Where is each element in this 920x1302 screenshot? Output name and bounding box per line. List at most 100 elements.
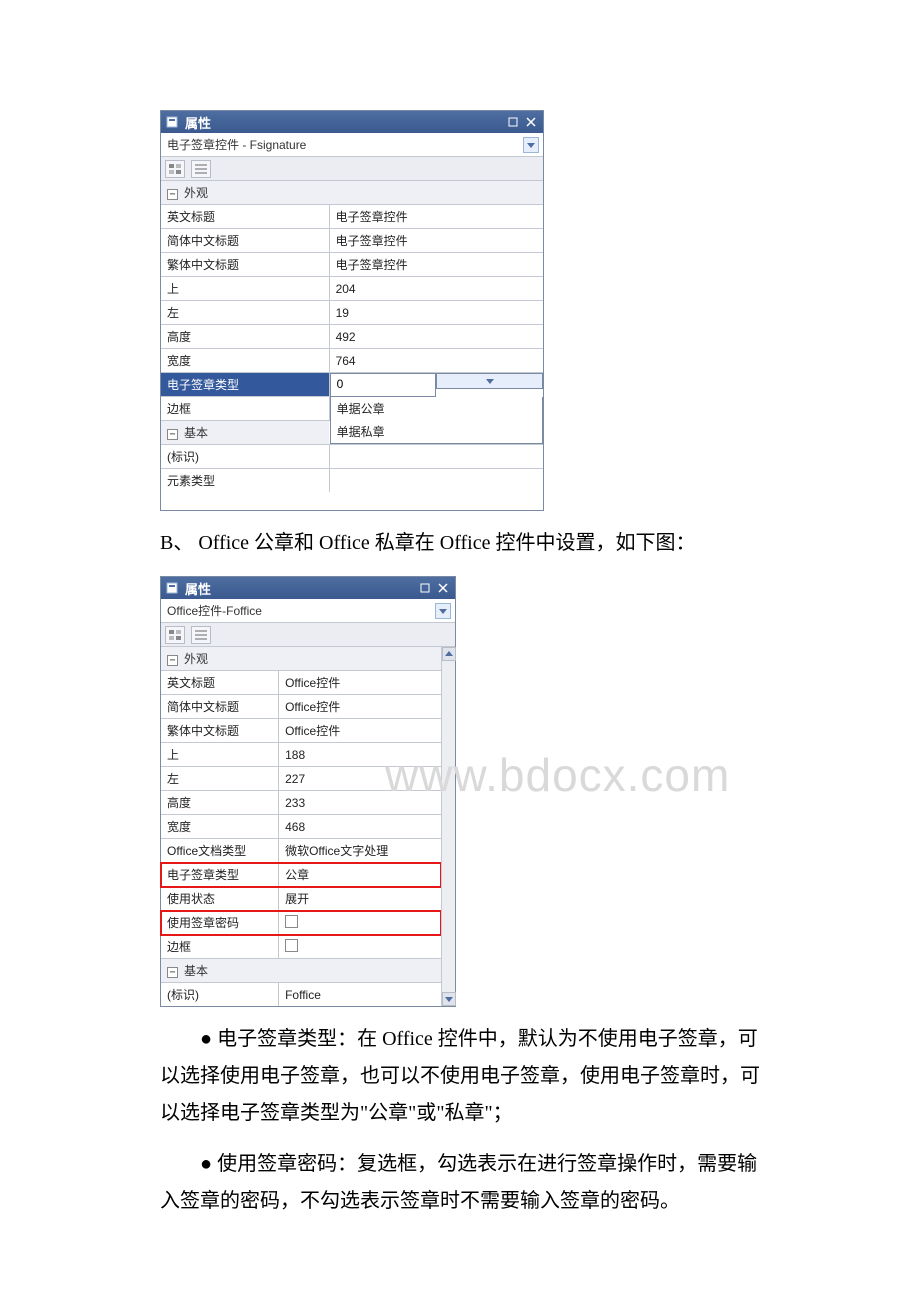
prop-row-border[interactable]: 边框 bbox=[161, 935, 441, 959]
prop-row-sign-type[interactable]: 电子签章类型公章 bbox=[161, 863, 441, 887]
panel2-property-grid: −外观 英文标题Office控件 简体中文标题Office控件 繁体中文标题Of… bbox=[161, 647, 441, 1006]
prop-row-height[interactable]: 高度492 bbox=[161, 325, 543, 349]
chevron-down-icon[interactable] bbox=[435, 603, 451, 619]
category-row-basic[interactable]: −基本 bbox=[161, 959, 441, 983]
alphabetical-view-button[interactable] bbox=[191, 626, 211, 644]
prop-row-use-state[interactable]: 使用状态展开 bbox=[161, 887, 441, 911]
prop-value[interactable] bbox=[279, 935, 441, 959]
panel-description-area bbox=[161, 492, 543, 510]
cat-label: 基本 bbox=[184, 426, 208, 440]
prop-row-left[interactable]: 左227 bbox=[161, 767, 441, 791]
chevron-down-icon[interactable] bbox=[523, 137, 539, 153]
prop-row-top[interactable]: 上188 bbox=[161, 743, 441, 767]
properties-panel-1: 属性 电子签章控件 - Fsignature −外观 英文标题电子签章控件 简体… bbox=[160, 110, 544, 511]
chevron-down-icon[interactable] bbox=[436, 373, 543, 389]
checkbox-unchecked[interactable] bbox=[285, 915, 298, 928]
panel1-minimize-button[interactable] bbox=[505, 115, 521, 129]
prop-row-zh-cn-title[interactable]: 简体中文标题Office控件 bbox=[161, 695, 441, 719]
panel2-minimize-button[interactable] bbox=[417, 581, 433, 595]
prop-value[interactable]: 764 bbox=[329, 349, 543, 373]
prop-value[interactable] bbox=[329, 445, 543, 469]
prop-value[interactable]: Foffice bbox=[279, 983, 441, 1007]
panel1-property-grid: −外观 英文标题电子签章控件 简体中文标题电子签章控件 繁体中文标题电子签章控件… bbox=[161, 181, 543, 492]
prop-label: 元素类型 bbox=[161, 469, 329, 493]
prop-value[interactable]: 227 bbox=[279, 767, 441, 791]
panel1-titlebar: 属性 bbox=[161, 111, 543, 133]
prop-row-zh-tw-title[interactable]: 繁体中文标题Office控件 bbox=[161, 719, 441, 743]
scroll-up-button[interactable] bbox=[442, 647, 456, 661]
prop-value[interactable]: 电子签章控件 bbox=[329, 229, 543, 253]
prop-row-left[interactable]: 左19 bbox=[161, 301, 543, 325]
doc-paragraph-b: B、 Office 公章和 Office 私章在 Office 控件中设置，如下… bbox=[160, 525, 760, 562]
prop-label: 使用状态 bbox=[161, 887, 279, 911]
category-row-appearance[interactable]: −外观 bbox=[161, 647, 441, 671]
prop-label: 边框 bbox=[161, 935, 279, 959]
prop-value[interactable]: Office控件 bbox=[279, 695, 441, 719]
collapse-icon[interactable]: − bbox=[167, 967, 178, 978]
prop-row-width[interactable]: 宽度764 bbox=[161, 349, 543, 373]
sign-type-value[interactable]: 0 bbox=[330, 373, 437, 397]
panel1-close-button[interactable] bbox=[523, 115, 539, 129]
checkbox-unchecked[interactable] bbox=[285, 939, 298, 952]
prop-value[interactable]: 188 bbox=[279, 743, 441, 767]
prop-row-doc-type[interactable]: Office文档类型微软Office文字处理 bbox=[161, 839, 441, 863]
doc-text: ● 使用签章密码：复选框，勾选表示在进行签章操作时，需要输入签章的密码，不勾选表… bbox=[160, 1153, 757, 1212]
sign-type-dropdown[interactable]: 单据公章 单据私章 bbox=[329, 397, 543, 445]
panel-icon bbox=[165, 115, 179, 129]
panel2-close-button[interactable] bbox=[435, 581, 451, 595]
dropdown-option[interactable]: 单据私章 bbox=[331, 420, 542, 443]
prop-row-element-type: 元素类型 bbox=[161, 469, 543, 493]
prop-value-cell[interactable]: 0 bbox=[329, 373, 543, 397]
doc-paragraph-1: ● 电子签章类型：在 Office 控件中，默认为不使用电子签章，可以选择使用电… bbox=[160, 1021, 760, 1132]
prop-row-zh-tw-title[interactable]: 繁体中文标题电子签章控件 bbox=[161, 253, 543, 277]
alphabetical-view-button[interactable] bbox=[191, 160, 211, 178]
prop-row-height[interactable]: 高度233 bbox=[161, 791, 441, 815]
prop-label: 边框 bbox=[161, 397, 329, 421]
categorized-view-button[interactable] bbox=[165, 626, 185, 644]
panel2-component-selector[interactable]: Office控件-Foffice bbox=[161, 599, 455, 623]
prop-label: 英文标题 bbox=[161, 671, 279, 695]
collapse-icon[interactable]: − bbox=[167, 189, 178, 200]
prop-value[interactable]: 电子签章控件 bbox=[329, 205, 543, 229]
prop-value[interactable]: 电子签章控件 bbox=[329, 253, 543, 277]
prop-label: 上 bbox=[161, 743, 279, 767]
prop-value[interactable]: 204 bbox=[329, 277, 543, 301]
cat-label: 外观 bbox=[184, 186, 208, 200]
prop-label: Office文档类型 bbox=[161, 839, 279, 863]
prop-label: (标识) bbox=[161, 983, 279, 1007]
prop-value[interactable]: Office控件 bbox=[279, 719, 441, 743]
panel2-title: 属性 bbox=[185, 579, 415, 598]
scroll-down-button[interactable] bbox=[442, 992, 456, 1006]
categorized-view-button[interactable] bbox=[165, 160, 185, 178]
prop-row-id[interactable]: (标识) bbox=[161, 445, 543, 469]
prop-row-width[interactable]: 宽度468 bbox=[161, 815, 441, 839]
prop-value[interactable]: 468 bbox=[279, 815, 441, 839]
prop-value[interactable]: Office控件 bbox=[279, 671, 441, 695]
prop-label: 繁体中文标题 bbox=[161, 253, 329, 277]
prop-row-use-pwd[interactable]: 使用签章密码 bbox=[161, 911, 441, 935]
prop-value[interactable]: 492 bbox=[329, 325, 543, 349]
prop-label: 繁体中文标题 bbox=[161, 719, 279, 743]
prop-value[interactable]: 19 bbox=[329, 301, 543, 325]
panel2-titlebar: 属性 bbox=[161, 577, 455, 599]
prop-row-en-title[interactable]: 英文标题Office控件 bbox=[161, 671, 441, 695]
panel2-scrollbar[interactable] bbox=[441, 647, 455, 1006]
panel1-component-selector[interactable]: 电子签章控件 - Fsignature bbox=[161, 133, 543, 157]
prop-label: 上 bbox=[161, 277, 329, 301]
scroll-track[interactable] bbox=[442, 661, 455, 992]
prop-value[interactable]: 展开 bbox=[279, 887, 441, 911]
prop-row-en-title[interactable]: 英文标题电子签章控件 bbox=[161, 205, 543, 229]
prop-row-id[interactable]: (标识)Foffice bbox=[161, 983, 441, 1007]
prop-row-border[interactable]: 边框 单据公章 单据私章 bbox=[161, 397, 543, 421]
prop-value[interactable]: 微软Office文字处理 bbox=[279, 839, 441, 863]
prop-value[interactable]: 233 bbox=[279, 791, 441, 815]
collapse-icon[interactable]: − bbox=[167, 429, 178, 440]
category-row-appearance[interactable]: −外观 bbox=[161, 181, 543, 205]
prop-row-top[interactable]: 上204 bbox=[161, 277, 543, 301]
prop-row-zh-cn-title[interactable]: 简体中文标题电子签章控件 bbox=[161, 229, 543, 253]
collapse-icon[interactable]: − bbox=[167, 655, 178, 666]
prop-value[interactable] bbox=[279, 911, 441, 935]
prop-row-sign-type[interactable]: 电子签章类型 0 bbox=[161, 373, 543, 397]
dropdown-option[interactable]: 单据公章 bbox=[331, 397, 542, 420]
prop-value[interactable]: 公章 bbox=[279, 863, 441, 887]
